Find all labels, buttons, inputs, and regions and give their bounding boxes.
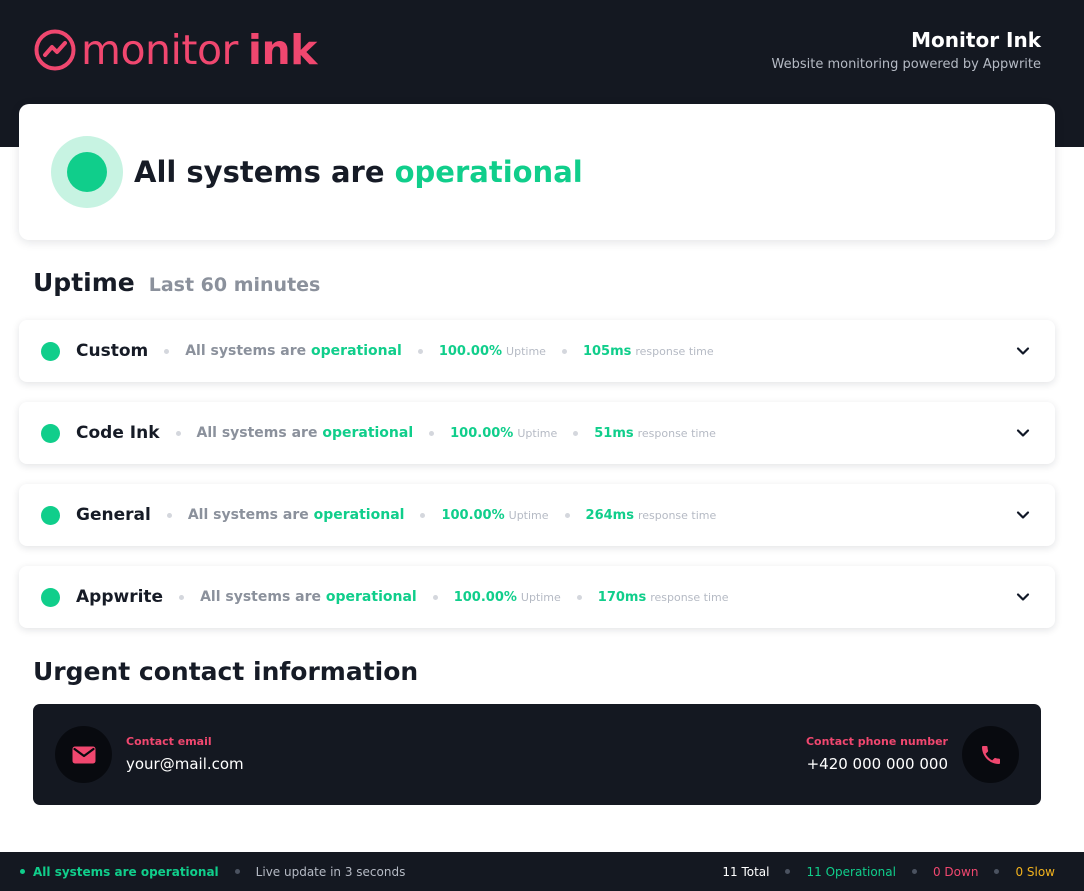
operational-count: 11 Operational	[806, 864, 896, 879]
status-prefix: All systems are	[134, 155, 385, 189]
status-indicator	[51, 136, 123, 208]
service-status-dot	[41, 342, 60, 361]
contact-email-value[interactable]: your@mail.com	[126, 754, 244, 774]
brand-title: Monitor Ink	[911, 28, 1041, 52]
response-value: 170ms	[597, 589, 647, 605]
uptime-label: Uptime	[520, 590, 561, 604]
separator-dot	[417, 348, 423, 354]
footer-status-dot	[20, 869, 25, 874]
contact-phone-value[interactable]: +420 000 000 000	[806, 754, 948, 774]
separator-dot	[429, 430, 435, 436]
phone-icon[interactable]	[962, 726, 1019, 783]
overall-status-card: All systems are operational	[19, 104, 1055, 240]
slow-count: 0 Slow	[1015, 864, 1055, 879]
contact-phone: Contact phone number +420 000 000 000	[806, 735, 948, 774]
brand-subtitle: Website monitoring powered by Appwrite	[771, 57, 1042, 72]
urgent-contact-title: Urgent contact information	[33, 657, 419, 686]
service-status: All systems are operational	[187, 507, 405, 523]
separator-dot	[911, 869, 917, 874]
separator-dot	[785, 869, 791, 874]
separator-dot	[420, 512, 426, 518]
response-value: 264ms	[585, 507, 634, 523]
service-status: All systems are operational	[200, 589, 417, 605]
service-row-custom[interactable]: Custom All systems are operational 100.0…	[19, 320, 1055, 382]
separator-dot	[576, 594, 582, 600]
response-label: response time	[637, 508, 717, 522]
uptime-period: Last 60 minutes	[148, 274, 321, 296]
logo-word-ink: ink	[247, 26, 318, 74]
separator-dot	[564, 512, 570, 518]
uptime-value: 100.00%	[441, 507, 505, 523]
response-label: response time	[650, 590, 729, 604]
uptime-label: Uptime	[506, 344, 546, 358]
chevron-down-icon[interactable]	[1015, 507, 1031, 527]
total-count: 11 Total	[722, 864, 770, 879]
uptime-title: Uptime	[33, 268, 135, 297]
response-label: response time	[635, 344, 714, 358]
uptime-value: 100.00%	[450, 425, 514, 441]
separator-dot	[175, 430, 181, 436]
separator-dot	[573, 430, 579, 436]
separator-dot	[234, 869, 240, 874]
chevron-down-icon[interactable]	[1015, 589, 1031, 609]
uptime-value: 100.00%	[453, 589, 517, 605]
live-update-text: Live update in 3 seconds	[255, 864, 406, 879]
pulse-circle-icon	[33, 28, 77, 72]
service-name: General	[76, 505, 151, 525]
uptime-heading: Uptime Last 60 minutes	[33, 268, 320, 297]
service-row-code-ink[interactable]: Code Ink All systems are operational 100…	[19, 402, 1055, 464]
separator-dot	[164, 348, 170, 354]
response-value: 105ms	[582, 343, 632, 359]
response-value: 51ms	[594, 425, 634, 441]
uptime-value: 100.00%	[438, 343, 503, 359]
logo[interactable]: monitor ink	[33, 27, 317, 73]
service-name: Appwrite	[76, 587, 164, 607]
service-row-appwrite[interactable]: Appwrite All systems are operational 100…	[19, 566, 1055, 628]
status-footer: All systems are operational Live update …	[0, 852, 1084, 891]
logo-word-monitor: monitor	[81, 26, 238, 74]
service-row-general[interactable]: General All systems are operational 100.…	[19, 484, 1055, 546]
uptime-label: Uptime	[517, 426, 558, 440]
separator-dot	[179, 594, 185, 600]
service-status: All systems are operational	[185, 343, 402, 359]
service-status-dot	[41, 588, 60, 607]
separator-dot	[432, 594, 438, 600]
separator-dot	[166, 512, 172, 518]
separator-dot	[561, 348, 567, 354]
separator-dot	[994, 869, 1000, 874]
uptime-label: Uptime	[508, 508, 549, 522]
status-word: operational	[394, 155, 583, 189]
footer-status: All systems are operational	[33, 864, 219, 879]
chevron-down-icon[interactable]	[1015, 343, 1031, 363]
contact-panel: Contact email your@mail.com Contact phon…	[33, 704, 1041, 805]
service-name: Code Ink	[76, 423, 160, 443]
overall-status-text: All systems are operational	[134, 152, 583, 192]
logo-text: monitor ink	[81, 27, 317, 73]
contact-email-label: Contact email	[126, 735, 212, 748]
down-count: 0 Down	[932, 864, 979, 879]
brand-info: Monitor Ink Website monitoring powered b…	[772, 28, 1042, 75]
contact-email: Contact email your@mail.com	[126, 735, 244, 774]
response-label: response time	[637, 426, 716, 440]
service-status-dot	[41, 424, 60, 443]
status-dot	[67, 152, 107, 192]
chevron-down-icon[interactable]	[1015, 425, 1031, 445]
service-status: All systems are operational	[196, 425, 414, 441]
service-name: Custom	[76, 341, 149, 361]
contact-phone-label: Contact phone number	[805, 735, 948, 748]
mail-icon[interactable]	[55, 726, 112, 783]
service-status-dot	[41, 506, 60, 525]
